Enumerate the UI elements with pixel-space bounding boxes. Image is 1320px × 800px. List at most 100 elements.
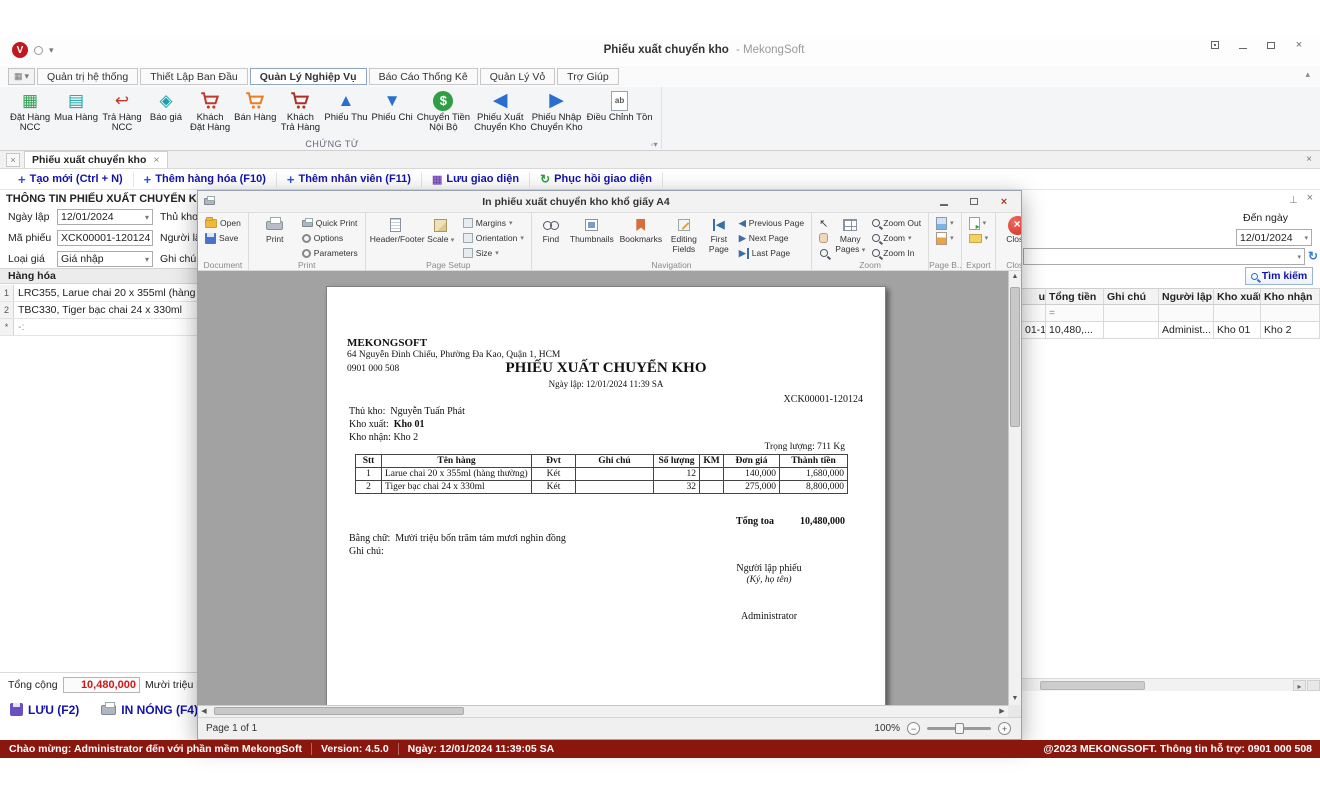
- dialog-close-icon[interactable]: ×: [997, 196, 1011, 208]
- scrollbar-thumb[interactable]: [1040, 681, 1145, 690]
- editing-fields-button[interactable]: Editing Fields: [666, 215, 702, 255]
- panel-close-icon[interactable]: ×: [1307, 192, 1313, 204]
- ribbon-button-phieu-xuat-chuyen-kho[interactable]: ◀ Phiếu Xuất Chuyển Kho: [472, 89, 528, 133]
- row-selector[interactable]: 2: [0, 302, 14, 318]
- quick-access-icon[interactable]: [34, 46, 43, 55]
- ribbon-menu-button[interactable]: ▦▾: [8, 68, 35, 85]
- tab-tro-giup[interactable]: Trợ Giúp: [557, 68, 619, 85]
- hot-print-button[interactable]: IN NÓNG (F4): [101, 703, 198, 717]
- find-button[interactable]: Find: [536, 215, 566, 245]
- column-header-ghi-chu[interactable]: Ghi chú: [1104, 288, 1159, 305]
- preview-horizontal-scrollbar[interactable]: ◀ ▶: [198, 705, 1008, 717]
- ribbon-button-dat-hang-ncc[interactable]: ▦ Đặt Hàng NCC: [8, 89, 52, 133]
- zoom-out-button[interactable]: Zoom Out: [869, 216, 924, 230]
- scroll-up-icon[interactable]: ▲: [1009, 271, 1021, 283]
- pin-icon[interactable]: ⊤: [1289, 193, 1298, 204]
- watermark-button[interactable]: ▾: [933, 216, 957, 230]
- add-item-button[interactable]: +Thêm hàng hóa (F10): [134, 172, 277, 187]
- orientation-button[interactable]: Orientation▾: [460, 231, 527, 245]
- close-all-tabs-icon[interactable]: ×: [6, 153, 20, 167]
- column-header-tong-tien[interactable]: Tổng tiền: [1046, 288, 1104, 305]
- column-header-kho-xuat[interactable]: Kho xuất: [1214, 288, 1261, 305]
- ribbon-button-phieu-thu[interactable]: ▲ Phiếu Thu: [322, 89, 369, 133]
- ribbon-button-khach-dat-hang[interactable]: Khách Đặt Hàng: [188, 89, 232, 133]
- parameters-button[interactable]: Parameters: [299, 246, 361, 260]
- quick-print-button[interactable]: Quick Print: [299, 216, 361, 230]
- last-page-button[interactable]: ▶Last Page: [736, 246, 807, 260]
- many-pages-button[interactable]: Many Pages ▾: [833, 215, 867, 255]
- thumbnails-button[interactable]: Thumbnails: [568, 215, 616, 245]
- ribbon-button-dieu-chinh-ton[interactable]: ab Điều Chỉnh Tồn: [585, 89, 655, 133]
- tab-quan-ly-vo[interactable]: Quản Lý Vỏ: [480, 68, 555, 85]
- ribbon-group-launcher-icon[interactable]: ◦▾: [651, 140, 658, 149]
- loai-gia-input[interactable]: Giá nhập▾: [57, 251, 153, 267]
- scroll-right-icon[interactable]: ▶: [996, 706, 1008, 717]
- open-button[interactable]: Open: [202, 216, 244, 230]
- scroll-left-icon[interactable]: ◀: [198, 706, 210, 717]
- ribbon-button-phieu-chi[interactable]: ▼ Phiếu Chi: [370, 89, 415, 133]
- scroll-right-icon[interactable]: ▸: [1293, 680, 1306, 691]
- scale-button[interactable]: Scale ▾: [424, 215, 458, 245]
- zoom-button[interactable]: Zoom▾: [869, 231, 924, 245]
- preview-vertical-scrollbar[interactable]: ▲ ▼: [1008, 271, 1021, 705]
- send-email-button[interactable]: ▾: [966, 231, 992, 245]
- restore-layout-button[interactable]: ↻Phục hồi giao diện: [530, 172, 663, 187]
- ribbon-button-tra-hang-ncc[interactable]: ↩ Trả Hàng NCC: [100, 89, 144, 133]
- den-ngay-input[interactable]: 12/01/2024▾: [1236, 229, 1312, 246]
- quick-access-dropdown-icon[interactable]: ▾: [49, 45, 54, 56]
- export-document-button[interactable]: ▾: [966, 216, 992, 230]
- tab-quan-tri-he-thong[interactable]: Quản trị hệ thống: [37, 68, 138, 85]
- tab-quan-ly-nghiep-vu[interactable]: Quản Lý Nghiệp Vụ: [250, 68, 367, 85]
- dialog-minimize-icon[interactable]: [937, 196, 951, 208]
- first-page-button[interactable]: ◀First Page: [704, 215, 734, 255]
- previous-page-button[interactable]: ◀Previous Page: [736, 216, 807, 230]
- warehouse-filter-input[interactable]: ▾: [1023, 248, 1305, 265]
- search-button[interactable]: Tìm kiếm: [1245, 267, 1313, 285]
- ma-phieu-input[interactable]: XCK00001-120124: [57, 230, 153, 246]
- magnifier-tool-button[interactable]: [817, 246, 831, 260]
- ribbon-button-mua-hang[interactable]: ▤ Mua Hàng: [52, 89, 100, 133]
- save-button[interactable]: LƯU (F2): [10, 703, 79, 717]
- row-selector[interactable]: 1: [0, 285, 14, 301]
- page-color-button[interactable]: ▾: [933, 231, 957, 245]
- tab-close-icon[interactable]: ×: [153, 154, 159, 166]
- hand-tool-button[interactable]: [816, 231, 831, 245]
- tabbar-close-icon[interactable]: ×: [1306, 154, 1312, 165]
- bookmarks-button[interactable]: Bookmarks: [618, 215, 664, 245]
- options-button[interactable]: Options: [299, 231, 361, 245]
- horizontal-scrollbar[interactable]: ▸: [1022, 678, 1320, 691]
- close-preview-button[interactable]: ×Close: [1000, 215, 1021, 245]
- dialog-titlebar[interactable]: In phiếu xuất chuyển kho khổ giấy A4 ×: [198, 191, 1021, 213]
- ribbon-button-phieu-nhap-chuyen-kho[interactable]: ▶ Phiếu Nhập Chuyển Kho: [528, 89, 584, 133]
- ribbon-button-khach-tra-hang[interactable]: Khách Trả Hàng: [278, 89, 322, 133]
- tab-thiet-lap-ban-dau[interactable]: Thiết Lập Ban Đầu: [140, 68, 248, 85]
- ribbon-collapse-icon[interactable]: ▴: [1305, 69, 1310, 80]
- close-icon[interactable]: ×: [1292, 39, 1306, 51]
- tab-phieu-xuat-chuyen-kho[interactable]: Phiếu xuất chuyển kho ×: [24, 151, 168, 168]
- maximize-icon[interactable]: [1264, 39, 1278, 51]
- column-header-kho-nhan[interactable]: Kho nhận: [1261, 288, 1320, 305]
- save-button[interactable]: Save: [202, 231, 244, 245]
- zoom-in-button[interactable]: +: [998, 722, 1011, 735]
- ribbon-button-ban-hang[interactable]: Bán Hàng: [232, 89, 278, 133]
- zoom-slider[interactable]: [927, 727, 991, 730]
- column-header-nguoi-lap[interactable]: Người lập: [1159, 288, 1214, 305]
- add-employee-button[interactable]: +Thêm nhân viên (F11): [277, 172, 422, 187]
- next-page-button[interactable]: ▶Next Page: [736, 231, 807, 245]
- column-header-partial[interactable]: u: [1022, 288, 1046, 305]
- scrollbar-thumb[interactable]: [214, 707, 464, 715]
- minimize-icon[interactable]: [1236, 39, 1250, 51]
- tab-bao-cao-thong-ke[interactable]: Báo Cáo Thống Kê: [369, 68, 478, 85]
- ribbon-button-bao-gia[interactable]: ◈ Báo giá: [144, 89, 188, 133]
- print-button[interactable]: Print: [253, 215, 297, 245]
- ribbon-button-chuyen-tien-noi-bo[interactable]: $ Chuyển Tiền Nội Bộ: [415, 89, 472, 133]
- pointer-tool-button[interactable]: ↖: [816, 216, 831, 230]
- scroll-down-icon[interactable]: ▼: [1009, 693, 1021, 705]
- filter-operator[interactable]: =: [1046, 305, 1104, 322]
- dialog-maximize-icon[interactable]: [967, 196, 981, 208]
- ngay-lap-input[interactable]: 12/01/2024▾: [57, 209, 153, 225]
- create-new-button[interactable]: +Tạo mới (Ctrl + N): [8, 172, 134, 187]
- results-grid-row[interactable]: 01-1... 10,480,... Administ... Kho 01 Kh…: [1022, 322, 1320, 339]
- zoom-slider-thumb[interactable]: [955, 723, 964, 734]
- results-grid-filter-row[interactable]: =: [1022, 305, 1320, 322]
